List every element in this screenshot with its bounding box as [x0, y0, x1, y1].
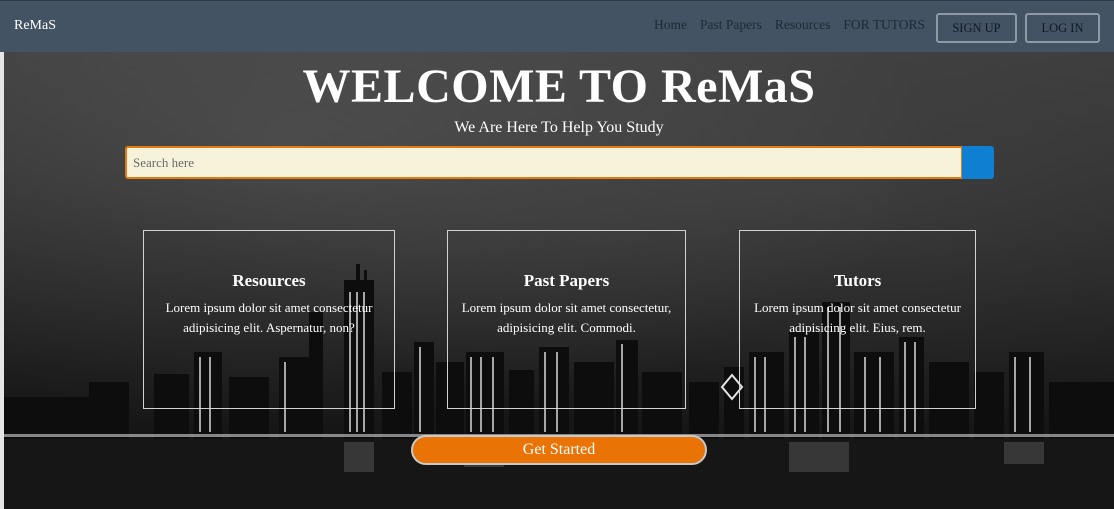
nav-link-for-tutors[interactable]: FOR TUTORS: [843, 17, 925, 33]
card-past-papers: Past Papers Lorem ipsum dolor sit amet c…: [447, 230, 686, 409]
card-text: Lorem ipsum dolor sit amet consectetur, …: [461, 300, 672, 335]
card-text: Lorem ipsum dolor sit amet consectetur a…: [165, 300, 373, 335]
signup-button[interactable]: SIGN UP: [936, 13, 1017, 43]
page-title: WELCOME TO ReMaS: [302, 60, 816, 113]
card-title: Past Papers: [523, 271, 610, 290]
nav-links: Home Past Papers Resources FOR TUTORS: [654, 17, 925, 33]
nav-link-resources[interactable]: Resources: [775, 17, 830, 33]
search-input[interactable]: [125, 146, 963, 179]
brand-logo[interactable]: ReMaS: [14, 18, 56, 34]
card-text: Lorem ipsum dolor sit amet consectetur a…: [754, 300, 961, 335]
nav-link-past-papers[interactable]: Past Papers: [700, 17, 762, 33]
card-title: Resources: [232, 271, 306, 290]
page-subtitle: We Are Here To Help You Study: [454, 119, 664, 136]
card-resources: Resources Lorem ipsum dolor sit amet con…: [143, 230, 395, 409]
navbar: ReMaS Home Past Papers Resources FOR TUT…: [0, 0, 1114, 52]
card-tutors: Tutors Lorem ipsum dolor sit amet consec…: [739, 230, 976, 409]
search-button[interactable]: [962, 146, 994, 179]
nav-link-home[interactable]: Home: [654, 17, 687, 33]
login-button[interactable]: LOG IN: [1025, 13, 1100, 43]
get-started-button[interactable]: Get Started: [411, 435, 707, 465]
search-bar: [125, 146, 994, 179]
hero-section: WELCOME TO ReMaS We Are Here To Help You…: [4, 52, 1114, 509]
card-title: Tutors: [833, 271, 882, 290]
